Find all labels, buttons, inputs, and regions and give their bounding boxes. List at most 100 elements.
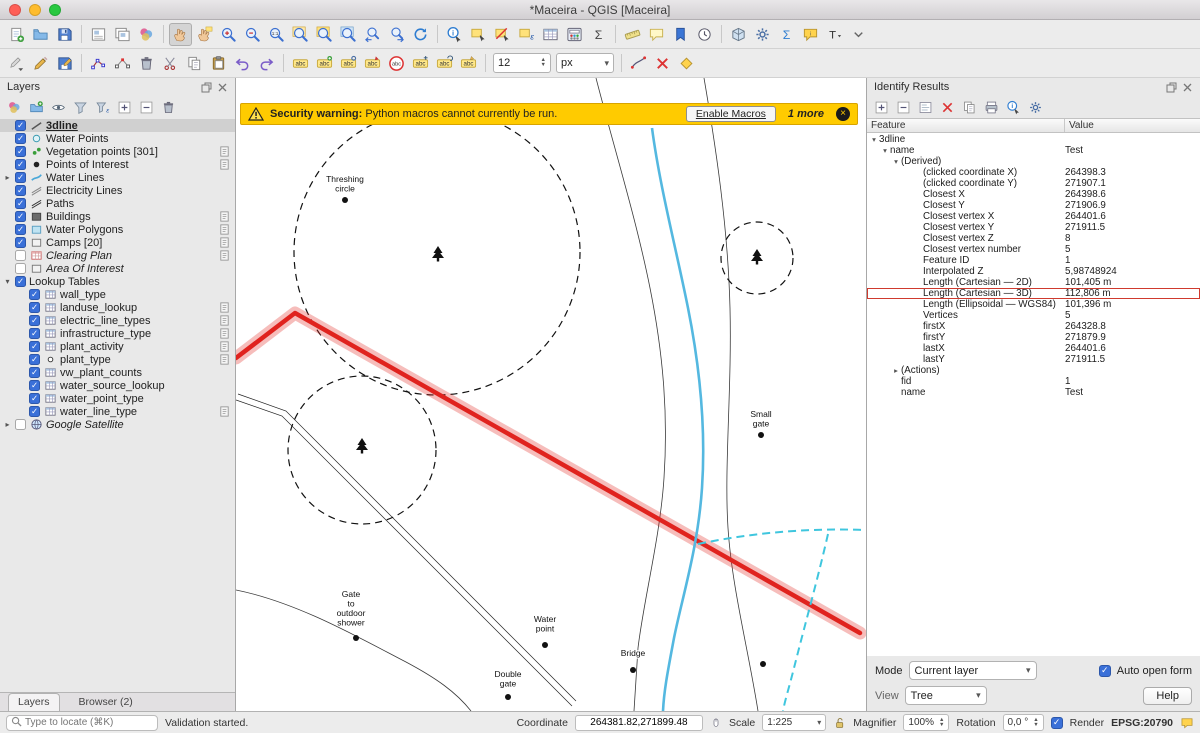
identify-features-icon[interactable]: i: [443, 23, 466, 46]
layer-visibility-checkbox[interactable]: ✓: [29, 380, 40, 391]
identify-row-vertices[interactable]: Vertices5: [867, 310, 1200, 321]
render-checkbox[interactable]: ✓: [1051, 717, 1063, 729]
identify-row-3dline[interactable]: ▾3dline: [867, 134, 1200, 145]
identify-row-length-cartesian-2d[interactable]: Length (Cartesian — 2D)101,405 m: [867, 277, 1200, 288]
layer-item-water-point-type[interactable]: ✓water_point_type: [0, 392, 235, 405]
lock-scale-icon[interactable]: [833, 716, 846, 730]
identify-row-firstx[interactable]: firstX264328.8: [867, 321, 1200, 332]
identify-row-lastx[interactable]: lastX264401.6: [867, 343, 1200, 354]
zoom-out-icon[interactable]: [241, 23, 264, 46]
layer-item-water-points[interactable]: ✓Water Points: [0, 132, 235, 145]
close-warning-icon[interactable]: ×: [836, 107, 850, 121]
statistical-summary-icon[interactable]: Σ: [775, 23, 798, 46]
rotation-stepper[interactable]: 0,0 ° ▲▼: [1003, 714, 1044, 731]
save-layer-edits-icon[interactable]: [53, 52, 76, 75]
dropdown-arrow-icon[interactable]: ▾: [604, 58, 609, 69]
layer-visibility-checkbox[interactable]: ✓: [29, 406, 40, 417]
identify-row-lasty[interactable]: lastY271911.5: [867, 354, 1200, 365]
identify-row-actions[interactable]: ▸(Actions): [867, 365, 1200, 376]
pan-map-icon[interactable]: [169, 23, 192, 46]
identify-row-feature-id[interactable]: Feature ID1: [867, 255, 1200, 266]
tree-expander-icon[interactable]: ▾: [869, 134, 879, 145]
scale-select[interactable]: 1:225 ▾: [762, 714, 826, 731]
value-column-header[interactable]: Value: [1065, 119, 1098, 132]
layer-item-electricity-lines[interactable]: ✓Electricity Lines: [0, 184, 235, 197]
identify-row-name[interactable]: ▾nameTest: [867, 145, 1200, 156]
current-edits-icon[interactable]: [5, 52, 28, 75]
identify-row-clicked-coordinate-y[interactable]: (clicked coordinate Y)271907.1: [867, 178, 1200, 189]
identify-row-closest-y[interactable]: Closest Y271906.9: [867, 200, 1200, 211]
collapse-tree-icon[interactable]: [894, 98, 913, 117]
cut-features-icon[interactable]: [159, 52, 182, 75]
statistics-icon[interactable]: Σ: [587, 23, 610, 46]
layer-item-plant-type[interactable]: ✓plant_type: [0, 353, 235, 366]
auto-open-form-checkbox[interactable]: ✓: [1099, 665, 1111, 677]
stepper-arrows-icon[interactable]: ▲▼: [541, 58, 546, 68]
show-layout-manager-icon[interactable]: [111, 23, 134, 46]
paste-features-icon[interactable]: [207, 52, 230, 75]
mode-select[interactable]: Current layer ▾: [909, 661, 1037, 680]
zoom-next-icon[interactable]: [385, 23, 408, 46]
layer-item-paths[interactable]: ✓Paths: [0, 197, 235, 210]
layer-visibility-checkbox[interactable]: ✓: [15, 276, 26, 287]
identify-row-closest-x[interactable]: Closest X264398.6: [867, 189, 1200, 200]
filter-legend-icon[interactable]: [71, 98, 90, 117]
zoom-to-selection-icon[interactable]: [313, 23, 336, 46]
feature-column-header[interactable]: Feature: [867, 119, 1065, 132]
layer-visibility-checkbox[interactable]: [15, 250, 26, 261]
move-label-icon[interactable]: abc: [409, 52, 432, 75]
expand-new-results-icon[interactable]: [916, 98, 935, 117]
minimize-window-button[interactable]: [29, 4, 41, 16]
layer-visibility-checkbox[interactable]: ✓: [15, 133, 26, 144]
layer-visibility-checkbox[interactable]: ✓: [15, 146, 26, 157]
layer-item-electric-line-types[interactable]: ✓electric_line_types: [0, 314, 235, 327]
layer-visibility-checkbox[interactable]: ✓: [15, 198, 26, 209]
zoom-native-icon[interactable]: 1:1: [265, 23, 288, 46]
layer-visibility-checkbox[interactable]: ✓: [15, 159, 26, 170]
add-group-icon[interactable]: [27, 98, 46, 117]
layer-visibility-checkbox[interactable]: ✓: [29, 354, 40, 365]
copy-features-icon[interactable]: [183, 52, 206, 75]
labeling-options-icon[interactable]: abc: [337, 52, 360, 75]
open-layer-styling-icon[interactable]: [5, 98, 24, 117]
stepper-arrows-icon[interactable]: ▲▼: [1033, 718, 1038, 728]
remove-layer-icon[interactable]: [159, 98, 178, 117]
zoom-in-icon[interactable]: [217, 23, 240, 46]
collapse-all-icon[interactable]: [137, 98, 156, 117]
coordinate-input[interactable]: [575, 715, 703, 731]
help-button[interactable]: Help: [1143, 687, 1192, 705]
identify-mode-icon[interactable]: i: [1004, 98, 1023, 117]
identify-row-closest-vertex-x[interactable]: Closest vertex X264401.6: [867, 211, 1200, 222]
pan-to-selection-icon[interactable]: [193, 23, 216, 46]
layer-visibility-checkbox[interactable]: ✓: [15, 211, 26, 222]
layer-item-vw-plant-counts[interactable]: ✓vw_plant_counts: [0, 366, 235, 379]
label-font-size-input[interactable]: 12▲▼: [493, 53, 551, 73]
layer-visibility-checkbox[interactable]: ✓: [15, 172, 26, 183]
processing-toolbox-icon[interactable]: [751, 23, 774, 46]
layer-visibility-checkbox[interactable]: ✓: [29, 341, 40, 352]
label-font-unit-select[interactable]: px▾: [556, 53, 614, 73]
identify-row-name[interactable]: nameTest: [867, 387, 1200, 398]
layer-visibility-checkbox[interactable]: ✓: [15, 185, 26, 196]
annotation-icon[interactable]: i: [799, 23, 822, 46]
layer-visibility-checkbox[interactable]: ✓: [29, 328, 40, 339]
more-messages-link[interactable]: 1 more: [788, 108, 824, 120]
select-features-icon[interactable]: [467, 23, 490, 46]
identify-row-closest-vertex-y[interactable]: Closest vertex Y271911.5: [867, 222, 1200, 233]
field-calculator-icon[interactable]: [563, 23, 586, 46]
dock-tab-browser-2[interactable]: Browser (2): [70, 694, 142, 711]
vertex-tool-icon[interactable]: [111, 52, 134, 75]
layer-visibility-checkbox[interactable]: ✓: [29, 367, 40, 378]
magnifier-stepper[interactable]: 100% ▲▼: [903, 714, 949, 731]
layer-item-water-line-type[interactable]: ✓water_line_type: [0, 405, 235, 418]
open-attribute-table-icon[interactable]: [539, 23, 562, 46]
float-panel-icon[interactable]: [1166, 82, 1177, 93]
text-annotation-icon[interactable]: T: [823, 23, 846, 46]
layer-item-wall-type[interactable]: ✓wall_type: [0, 288, 235, 301]
layer-item-lookup-tables[interactable]: ▾✓Lookup Tables: [0, 275, 235, 288]
layer-item-water-lines[interactable]: ▸✓Water Lines: [0, 171, 235, 184]
layer-labeling-icon[interactable]: abc: [289, 52, 312, 75]
layer-item-points-of-interest[interactable]: ✓Points of Interest: [0, 158, 235, 171]
mouse-extents-icon[interactable]: [710, 716, 722, 730]
identify-row-clicked-coordinate-x[interactable]: (clicked coordinate X)264398.3: [867, 167, 1200, 178]
